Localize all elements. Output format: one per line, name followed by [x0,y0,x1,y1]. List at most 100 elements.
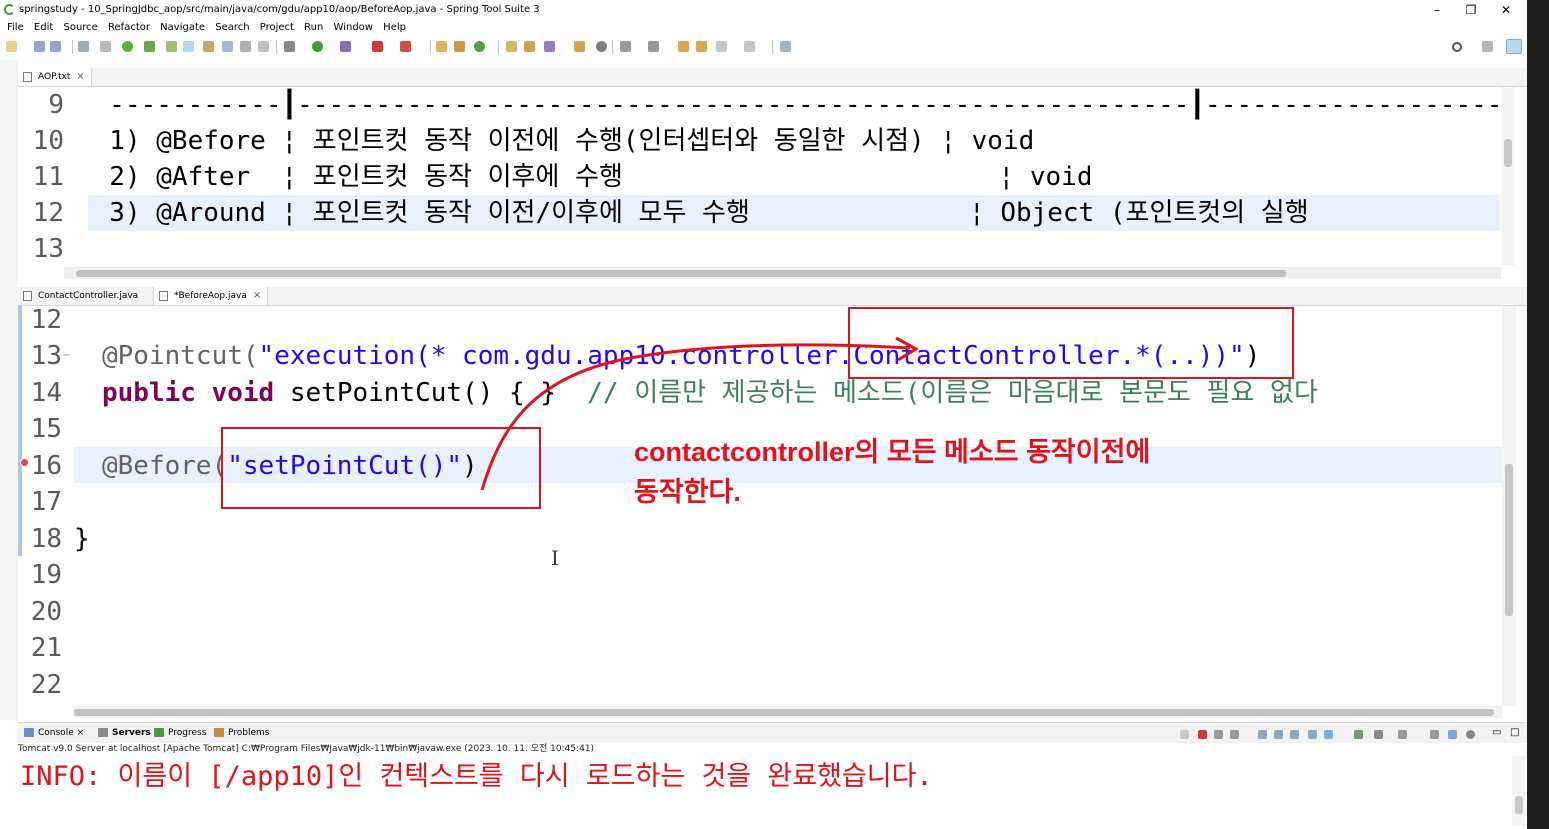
show-stderr-icon[interactable] [1324,730,1333,739]
fold-icon[interactable]: − [62,350,70,361]
menu-edit[interactable]: Edit [34,20,53,36]
paragraph-icon[interactable] [258,41,269,52]
minimize-button[interactable]: – [1420,0,1454,20]
tab-console[interactable]: Console × [22,723,84,743]
save-icon[interactable] [34,41,45,52]
console-icon [24,728,34,737]
forward-icon[interactable] [744,41,755,52]
top-editor-text-area[interactable]: -----------┃----------------------------… [78,87,1500,277]
debug-launch-icon[interactable] [284,41,295,52]
new-java-project-icon[interactable] [436,41,447,52]
new-package-icon[interactable] [454,41,465,52]
link-icon[interactable] [1180,730,1189,739]
menu-navigate[interactable]: Navigate [160,20,205,36]
word-wrap-icon[interactable] [1274,730,1283,739]
scrollbar-thumb[interactable] [1505,464,1513,616]
menu-run[interactable]: Run [304,20,323,36]
previous-annotation-icon[interactable] [648,41,659,52]
back-icon[interactable] [716,41,727,52]
maximize-button[interactable]: ❐ [1454,0,1488,20]
last-edit-icon[interactable] [678,41,689,52]
back-forward-icon[interactable] [696,41,707,52]
bottom-editor-horizontal-scrollbar[interactable] [74,706,1502,718]
whitespace-icon[interactable] [240,41,251,52]
stop-icon[interactable] [372,41,383,52]
block-select-icon[interactable] [222,41,233,52]
tab-problems[interactable]: Problems [212,723,269,743]
refresh-icon[interactable] [596,41,607,52]
pin-console-icon[interactable] [1354,730,1363,739]
external-tools-icon[interactable] [400,41,411,52]
debug-icon[interactable] [122,41,133,52]
terminate-icon[interactable] [1198,730,1207,739]
menu-project[interactable]: Project [260,20,294,36]
menu-help[interactable]: Help [383,20,406,36]
line-number: 12 [30,305,62,335]
annotation-icon[interactable] [544,41,555,52]
remove-all-icon[interactable] [1230,730,1239,739]
tab-label: ContactController.java [38,291,139,301]
remove-launch-icon[interactable] [1214,730,1223,739]
scroll-lock-icon[interactable] [1258,730,1267,739]
tab-progress[interactable]: Progress [152,723,206,743]
close-tab-icon[interactable]: × [253,290,261,301]
run-icon[interactable] [312,41,323,52]
show-stdout-icon[interactable] [1308,730,1317,739]
scrollbar-thumb[interactable] [76,270,1286,277]
minimize-view-icon[interactable]: ▭ [1492,723,1501,743]
close-button[interactable]: ✕ [1489,0,1523,20]
menu-window[interactable]: Window [334,20,373,36]
menu-source[interactable]: Source [63,20,97,36]
menu-refactor[interactable]: Refactor [108,20,150,36]
top-editor[interactable]: 9 10 11 12 13 -----------┃--------------… [18,87,1527,282]
tab-aop-txt[interactable]: AOP.txt × [18,68,92,86]
console-vertical-scrollbar[interactable] [1512,756,1526,826]
close-tab-icon[interactable]: × [76,71,84,82]
open-console-icon[interactable] [1398,730,1407,739]
scrollbar-thumb[interactable] [74,709,1494,716]
console-settings-icon[interactable] [1430,730,1439,739]
menu-search[interactable]: Search [215,20,249,36]
code-line: -----------┃----------------------------… [78,90,1500,120]
scrollbar-thumb[interactable] [1504,139,1512,167]
top-editor-horizontal-scrollbar[interactable] [64,267,1501,279]
pointcut-annotation: @Pointcut( [102,341,259,371]
console-output-line: INFO: 이름이 [/app10]인 컨텍스트를 다시 로드하는 것을 완료했… [20,761,933,792]
new-icon[interactable] [6,41,17,52]
maximize-view-icon[interactable]: □ [1510,723,1519,743]
code-line: 1) @Before ¦ 포인트컷 동작 이전에 수행(인터셉터와 동일한 시점… [78,126,1035,156]
coverage-icon[interactable] [340,41,351,52]
top-editor-vertical-scrollbar[interactable] [1501,87,1515,265]
scrollbar-thumb[interactable] [1515,796,1523,814]
open-resource-icon[interactable] [574,41,585,52]
skip-breakpoints-icon[interactable] [100,41,111,52]
open-task-icon[interactable] [524,41,535,52]
open-type-icon[interactable] [166,41,177,52]
toggle-mark-icon[interactable] [183,41,194,52]
spring-perspective-icon[interactable] [1506,39,1522,54]
tab-before-aop[interactable]: *BeforeAop.java × [153,287,269,305]
new-class-icon[interactable] [474,41,485,52]
bottom-editor-tab-bar: ContactController.java *BeforeAop.java × [18,287,1527,306]
close-tab-icon[interactable]: × [77,728,85,738]
open-folder-icon[interactable] [506,41,517,52]
window-title-bar: springstudy - 10_SpringJdbc_aop/src/main… [0,0,1527,20]
menu-file[interactable]: File [7,20,24,36]
bottom-editor-vertical-scrollbar[interactable] [1502,306,1516,706]
error-marker-icon[interactable] [20,458,29,467]
show-console-icon[interactable] [1290,730,1299,739]
search-icon[interactable] [1452,42,1462,52]
open-perspective-icon[interactable] [1482,41,1493,52]
line-number: 17 [30,487,62,517]
print-icon[interactable] [78,41,89,52]
tab-servers[interactable]: Servers [96,723,151,743]
save-all-icon[interactable] [50,41,61,52]
next-annotation-icon[interactable] [620,41,631,52]
search-tool-icon[interactable] [203,41,214,52]
display-console-icon[interactable] [1374,730,1383,739]
spring-boot-icon[interactable] [144,41,155,52]
pin-editor-icon[interactable] [780,41,791,52]
code-line-18: } [74,524,90,554]
gear-icon[interactable] [1466,730,1475,739]
console-active-icon[interactable] [1448,730,1457,739]
